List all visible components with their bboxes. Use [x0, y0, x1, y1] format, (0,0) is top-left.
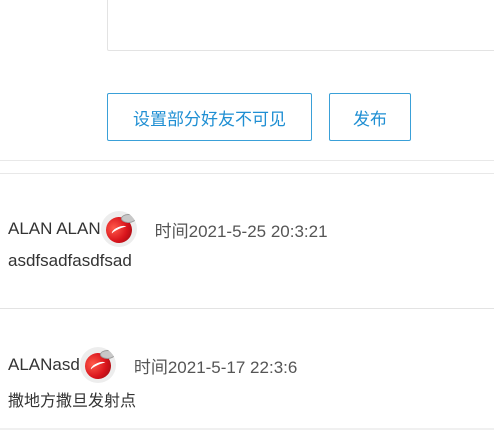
divider: [0, 308, 494, 309]
post-composer-textarea[interactable]: [107, 0, 494, 51]
post-time-value: 2021-5-17 22:3:6: [167, 357, 298, 377]
post-time-prefix: 时间: [133, 357, 168, 378]
post-content: 撒地方撒旦发射点: [8, 391, 137, 410]
set-hidden-friends-button[interactable]: 设置部分好友不可见: [107, 93, 312, 141]
divider: [0, 173, 494, 174]
post-time: 时间2021-5-25 20:3:21: [155, 217, 328, 242]
post-time-value: 2021-5-25 20:3:21: [188, 221, 328, 241]
post-content: asdfsadfasdfsad: [8, 251, 132, 270]
divider: [0, 160, 494, 161]
set-hidden-friends-label: 设置部分好友不可见: [133, 109, 286, 130]
coke-can-avatar-icon[interactable]: [100, 211, 137, 247]
post-item: ALANasd 时间2021-5-17 22:3:6 撒地方撒旦发射点: [8, 345, 494, 411]
post-header: ALAN ALAN 时间2021-5-25 20:3:21: [8, 209, 494, 249]
post-time-prefix: 时间: [154, 221, 189, 242]
publish-button[interactable]: 发布: [329, 93, 411, 141]
post-author[interactable]: ALAN ALAN: [8, 219, 101, 239]
post-header: ALANasd 时间2021-5-17 22:3:6: [8, 345, 494, 385]
post-item: ALAN ALAN 时间2021-5-25 20:3:21 asdfsadfas…: [8, 209, 494, 271]
publish-label: 发布: [353, 109, 387, 130]
post-author[interactable]: ALANasd: [8, 355, 80, 375]
coke-can-avatar-icon[interactable]: [79, 347, 116, 383]
post-time: 时间2021-5-17 22:3:6: [134, 353, 298, 378]
